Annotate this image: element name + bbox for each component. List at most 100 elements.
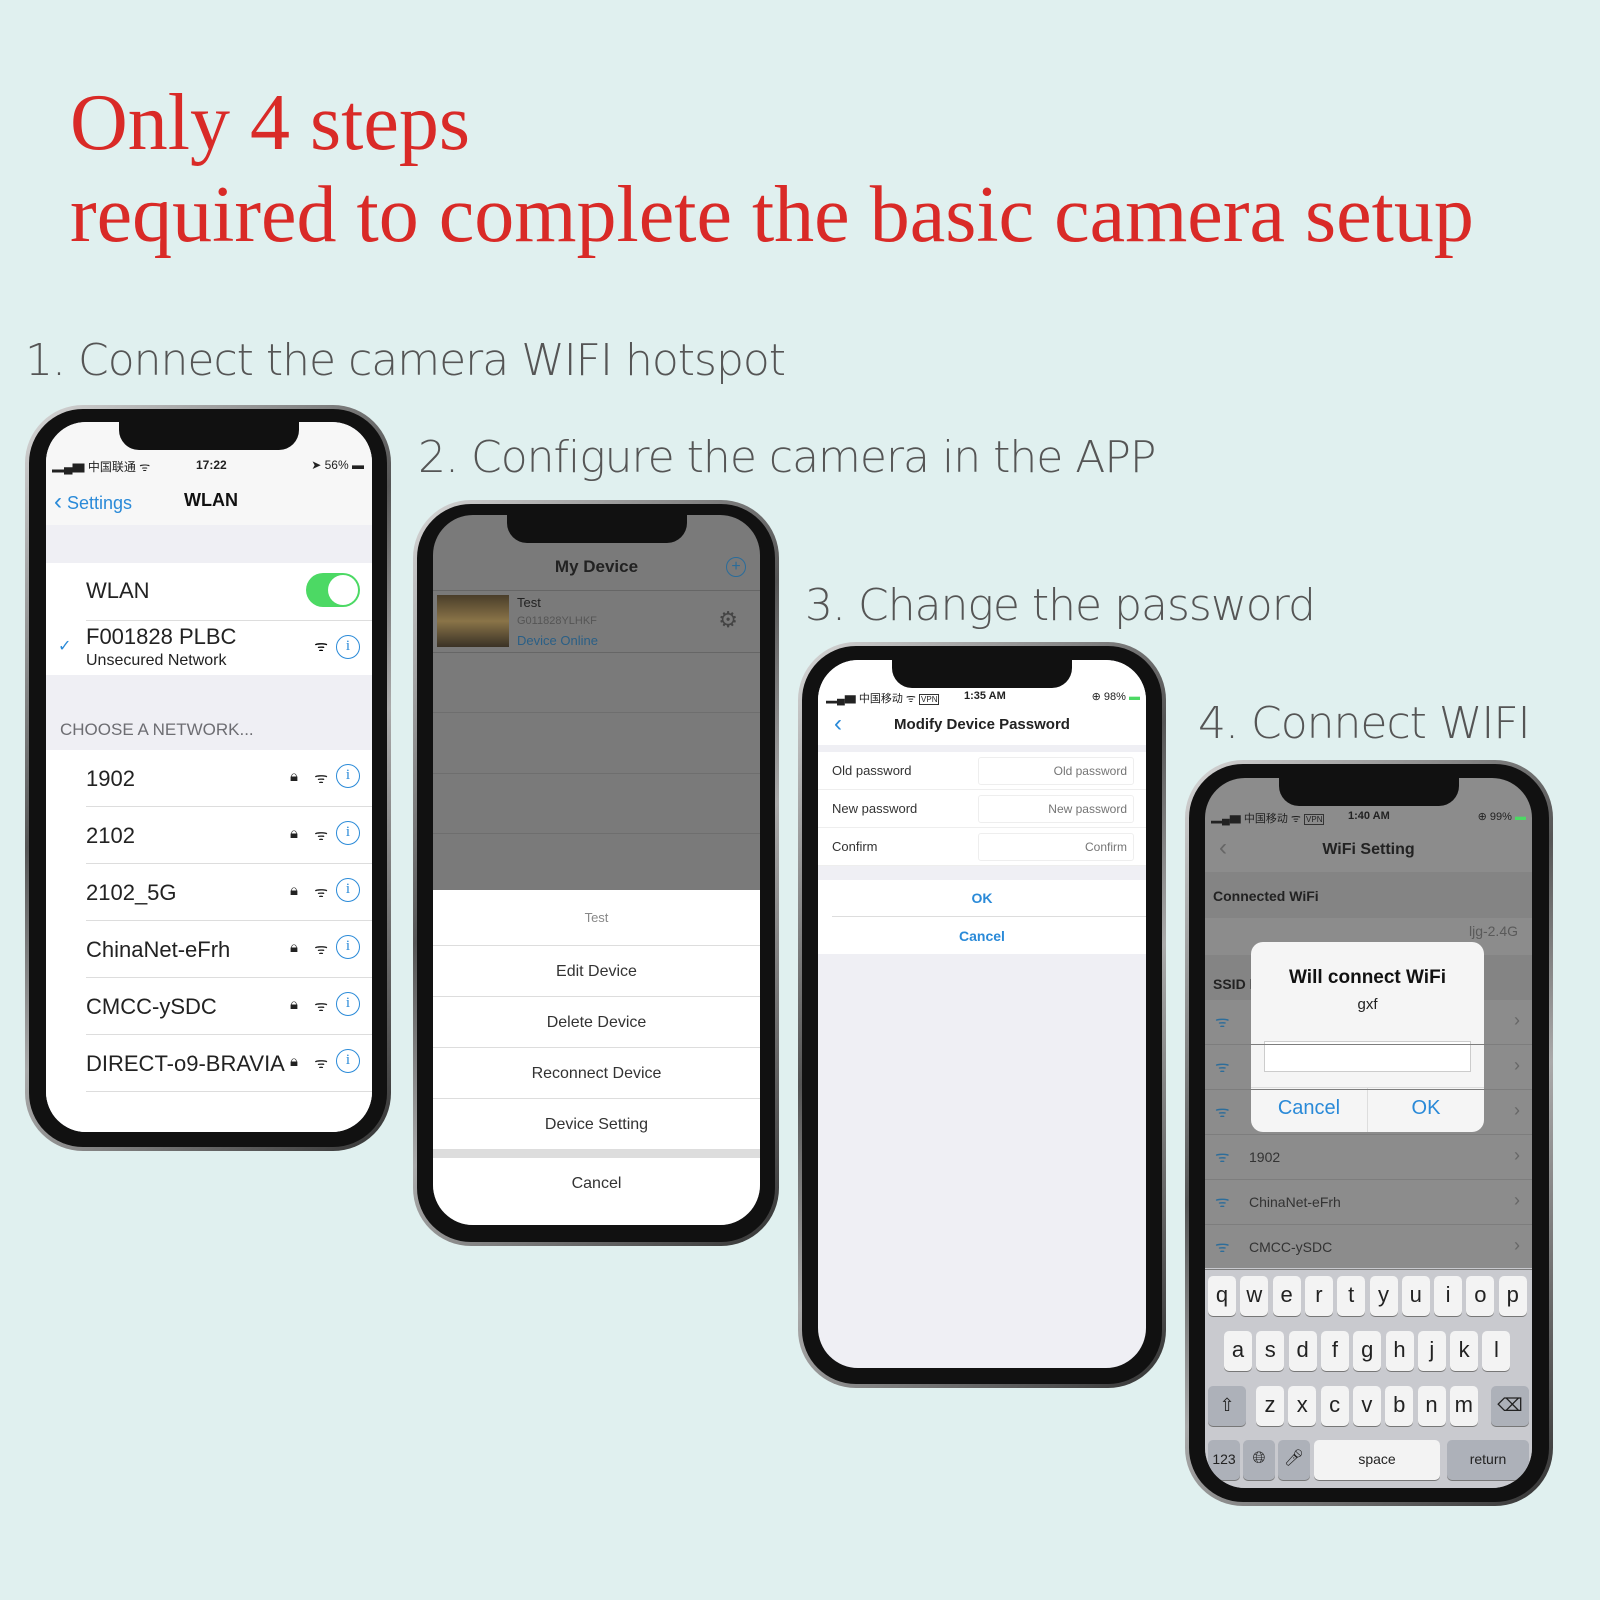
wifi-icon: ᯤ xyxy=(1215,1149,1230,1166)
status-carrier: ▂▄▆ 中国移动 ᯤ VPN xyxy=(1211,813,1325,825)
phone-1-screen: ▂▄▆ 中国联通 ᯤ 17:22 ➤ 56% ▬ ‹ Settings WLAN… xyxy=(46,422,372,1132)
action-reconnect-device[interactable]: Reconnect Device xyxy=(433,1048,760,1099)
key-j[interactable]: j xyxy=(1417,1331,1446,1371)
backspace-icon[interactable]: ⌫ xyxy=(1491,1386,1529,1426)
cancel-button[interactable]: Cancel xyxy=(433,1158,760,1225)
step-4-label: 4. Connect WIFI xyxy=(1198,698,1531,749)
key-t[interactable]: t xyxy=(1337,1276,1366,1316)
info-icon[interactable]: i xyxy=(336,992,360,1016)
ssid-row[interactable]: ᯤ ChinaNet-eFrh › xyxy=(1205,1180,1532,1225)
action-device-setting[interactable]: Device Setting xyxy=(433,1099,760,1150)
info-icon[interactable]: i xyxy=(336,935,360,959)
action-edit-device[interactable]: Edit Device xyxy=(433,946,760,997)
connected-wifi-header: Connected WiFi xyxy=(1213,888,1319,904)
camera-thumbnail[interactable] xyxy=(437,595,509,647)
key-e[interactable]: e xyxy=(1272,1276,1301,1316)
status-time: 17:22 xyxy=(196,458,227,472)
password-input[interactable] xyxy=(978,795,1134,823)
field-label: New password xyxy=(832,801,918,816)
chevron-right-icon: › xyxy=(1514,1235,1520,1255)
network-name: CMCC-ySDC xyxy=(86,994,217,1019)
info-icon[interactable]: i xyxy=(336,1049,360,1073)
key-w[interactable]: w xyxy=(1240,1276,1269,1316)
key-r[interactable]: r xyxy=(1304,1276,1333,1316)
chevron-right-icon: › xyxy=(1514,1100,1520,1120)
ssid-row[interactable]: ᯤ › xyxy=(1205,1045,1532,1090)
password-field-row: Old password xyxy=(818,752,1146,790)
wifi-icon: ᯤ xyxy=(1215,1059,1230,1076)
key-x[interactable]: x xyxy=(1288,1386,1317,1426)
key-s[interactable]: s xyxy=(1256,1331,1285,1371)
status-carrier: ▂▄▆ 中国移动 ᯤ VPN xyxy=(826,693,940,705)
key-m[interactable]: m xyxy=(1449,1386,1478,1426)
password-input[interactable] xyxy=(978,833,1134,861)
microphone-icon[interactable]: 🎤︎ xyxy=(1278,1440,1310,1480)
lock-icon: 🔒︎ xyxy=(290,825,298,842)
chevron-right-icon: › xyxy=(1514,1010,1520,1030)
lock-icon: 🔒︎ xyxy=(290,768,298,785)
key-z[interactable]: z xyxy=(1256,1386,1284,1426)
key-k[interactable]: k xyxy=(1450,1331,1479,1371)
globe-icon[interactable]: 🌐︎ xyxy=(1243,1440,1275,1480)
gear-icon[interactable]: ⚙ xyxy=(718,607,738,633)
action-delete-device[interactable]: Delete Device xyxy=(433,997,760,1048)
network-row[interactable]: ChinaNet-eFrh 🔒︎ ᯤ i xyxy=(46,921,372,978)
device-status: Device Online xyxy=(517,633,598,648)
key-a[interactable]: a xyxy=(1224,1331,1252,1371)
password-input[interactable] xyxy=(978,757,1134,785)
shift-icon[interactable]: ⇧ xyxy=(1208,1386,1246,1426)
ok-button[interactable]: OK xyxy=(818,890,1146,906)
status-time: 1:40 AM xyxy=(1348,810,1390,822)
cancel-button[interactable]: Cancel xyxy=(818,928,1146,944)
info-icon[interactable]: i xyxy=(336,635,360,659)
lock-icon: 🔒︎ xyxy=(290,939,298,956)
network-row[interactable]: 2102_5G 🔒︎ ᯤ i xyxy=(46,864,372,921)
key-y[interactable]: y xyxy=(1369,1276,1398,1316)
step-2-label: 2. Configure the camera in the APP xyxy=(418,432,1156,483)
key-b[interactable]: b xyxy=(1385,1386,1414,1426)
network-row[interactable]: DIRECT-o9-BRAVIA 🔒︎ ᯤ i xyxy=(46,1035,372,1092)
back-button[interactable]: ‹ Settings xyxy=(54,488,132,516)
status-battery: ➤ 56% ▬ xyxy=(311,458,364,472)
key-f[interactable]: f xyxy=(1320,1331,1349,1371)
key-c[interactable]: c xyxy=(1320,1386,1349,1426)
ssid-row[interactable]: ᯤ 1902 › xyxy=(1205,1135,1532,1180)
key-v[interactable]: v xyxy=(1352,1386,1381,1426)
key-g[interactable]: g xyxy=(1353,1331,1382,1371)
lock-icon: 🔒︎ xyxy=(290,1053,298,1070)
network-row[interactable]: 2102 🔒︎ ᯤ i xyxy=(46,807,372,864)
key-q[interactable]: q xyxy=(1208,1276,1236,1316)
headline-line-1: Only 4 steps xyxy=(70,79,470,167)
phone-3-screen: ▂▄▆ 中国移动 ᯤ VPN 1:35 AM ⊕ 98% ▬ ‹ Modify … xyxy=(818,660,1146,1368)
keyboard: q w e r t y u i o p a s d f g h j k l z x c v b n m ⇧ ⌫ 123 🌐︎ 🎤︎ space… xyxy=(1205,1268,1532,1488)
key-p[interactable]: p xyxy=(1498,1276,1527,1316)
wifi-icon: ᯤ xyxy=(314,770,328,787)
ssid-row[interactable]: ᯤ › xyxy=(1205,1000,1532,1045)
wlan-toggle[interactable] xyxy=(306,573,360,607)
space-key[interactable]: space xyxy=(1314,1440,1440,1480)
info-icon[interactable]: i xyxy=(336,878,360,902)
key-l[interactable]: l xyxy=(1482,1331,1511,1371)
ssid-row[interactable]: ᯤ CMCC-ySDC › xyxy=(1205,1225,1532,1270)
divider xyxy=(86,1091,372,1092)
return-key[interactable]: return xyxy=(1447,1440,1529,1480)
key-d[interactable]: d xyxy=(1288,1331,1317,1371)
wlan-label: WLAN xyxy=(86,578,150,603)
ssid-row[interactable]: ᯤ › xyxy=(1205,1090,1532,1135)
key-h[interactable]: h xyxy=(1385,1331,1414,1371)
nav-title: WiFi Setting xyxy=(1322,841,1415,858)
key-i[interactable]: i xyxy=(1434,1276,1463,1316)
info-icon[interactable]: i xyxy=(336,764,360,788)
network-row[interactable]: CMCC-ySDC 🔒︎ ᯤ i xyxy=(46,978,372,1035)
wifi-icon: ᯤ xyxy=(314,941,328,958)
current-network-name[interactable]: F001828 PLBC xyxy=(86,624,236,650)
network-row[interactable]: 1902 🔒︎ ᯤ i xyxy=(46,750,372,807)
key-n[interactable]: n xyxy=(1417,1386,1446,1426)
dialog-title: Will connect WiFi xyxy=(1289,967,1446,988)
info-icon[interactable]: i xyxy=(336,821,360,845)
add-device-icon[interactable]: + xyxy=(726,557,746,577)
key-o[interactable]: o xyxy=(1466,1276,1495,1316)
field-label: Confirm xyxy=(832,839,878,854)
key-u[interactable]: u xyxy=(1401,1276,1430,1316)
numbers-key[interactable]: 123 xyxy=(1208,1440,1240,1480)
